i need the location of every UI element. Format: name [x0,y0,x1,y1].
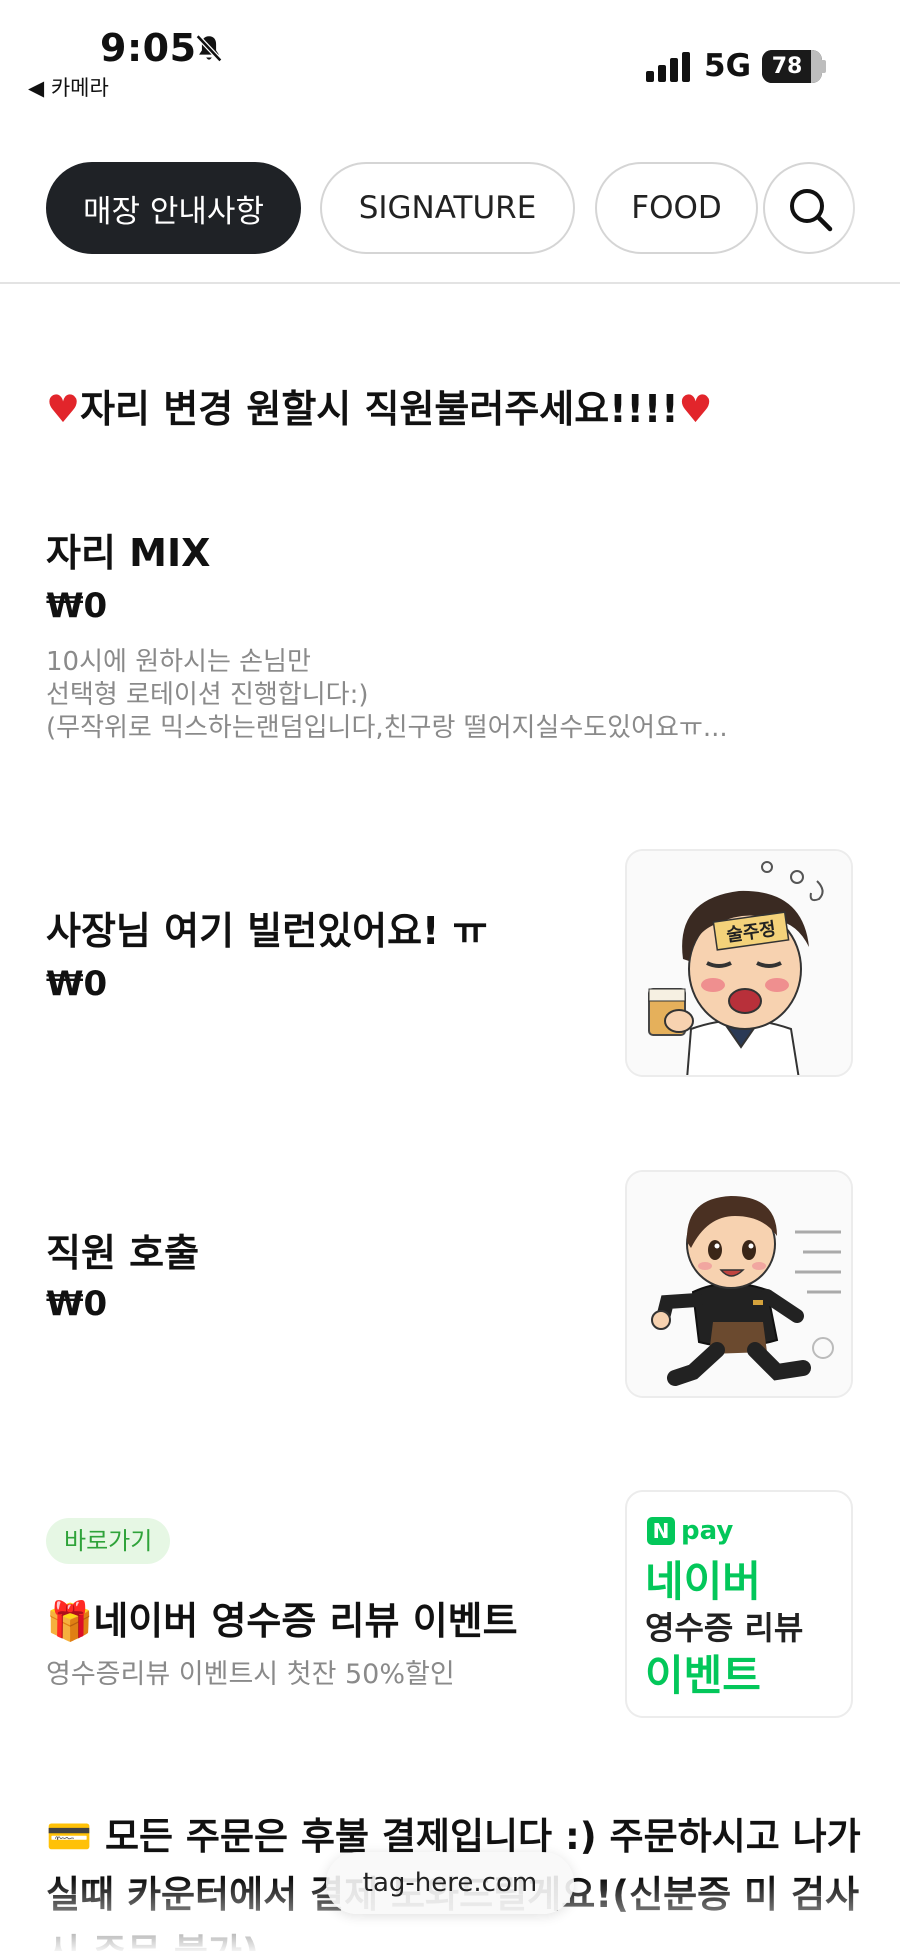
item-name: 사장님 여기 빌런있어요! ㅠ [46,909,488,953]
gift-icon: 🎁 [46,1599,94,1643]
notice-text: 자리 변경 원할시 직원불러주세요!!!! [80,387,679,431]
event-image-line2: 영수증 리뷰 [645,1609,804,1647]
back-to-camera-link[interactable]: ◀ 카메라 [28,72,109,102]
url-bar[interactable]: tag-here.com [326,1852,574,1914]
battery-cap [822,60,826,73]
battery-level: 78 [771,54,803,79]
event-title: 네이버 영수증 리뷰 이벤트 [93,1599,518,1643]
heart-icon: ♥ [678,387,713,431]
network-type: 5G [704,48,752,84]
heart-icon: ♥ [46,387,81,431]
signal-bars-icon [646,52,690,82]
status-time: 9:05 [100,26,197,70]
status-bar: 9:05 ◀ 카메라 5G 78 [0,0,900,110]
naver-n-icon: N [647,1517,675,1545]
item-name: 자리 MIX [46,531,211,575]
event-image-line1: 네이버 [645,1557,761,1606]
shortcut-badge[interactable]: 바로가기 [46,1518,171,1564]
drunk-man-illustration: 술주정 [625,849,853,1077]
item-description-line: 선택형 로테이션 진행합니다:) [46,680,369,710]
item-description-line: 10시에 원하시는 손님만 [46,647,311,677]
tab-signature[interactable]: SIGNATURE [320,162,575,254]
item-price: ₩0 [46,964,108,1004]
pay-logo-text: pay [681,1516,734,1546]
naver-pay-logo: N pay [647,1516,733,1546]
search-icon [790,189,833,232]
item-price: ₩0 [46,1284,108,1324]
item-description-line: (무작위로 믹스하는랜덤입니다,친구랑 떨어지실수도있어요ㅠ... [46,713,728,743]
tab-food[interactable]: FOOD [595,162,758,254]
item-description: 10시에 원하시는 손님만 선택형 로테이션 진행합니다:) (무작위로 믹스하… [46,646,776,745]
bell-muted-icon [195,34,223,63]
item-name: 직원 호출 [46,1231,200,1275]
section-notice-title: ♥자리 변경 원할시 직원불러주세요!!!!♥ [46,378,713,433]
tab-store-notice[interactable]: 매장 안내사항 [46,162,301,254]
category-tabs: 매장 안내사항 SIGNATURE FOOD [0,162,900,254]
item-description: 영수증리뷰 이벤트시 첫잔 50%할인 [46,1659,455,1690]
tabs-scroll-fade [840,162,900,254]
running-staff-illustration [625,1170,853,1398]
item-name: 🎁네이버 영수증 리뷰 이벤트 [46,1590,518,1645]
naver-pay-event-image: N pay 네이버 영수증 리뷰 이벤트 [625,1490,853,1718]
item-price: ₩0 [46,586,108,626]
event-image-line3: 이벤트 [645,1651,761,1700]
tabs-divider [0,282,900,284]
battery-icon: 78 [762,50,822,83]
credit-card-icon: 💳 [46,1815,93,1858]
